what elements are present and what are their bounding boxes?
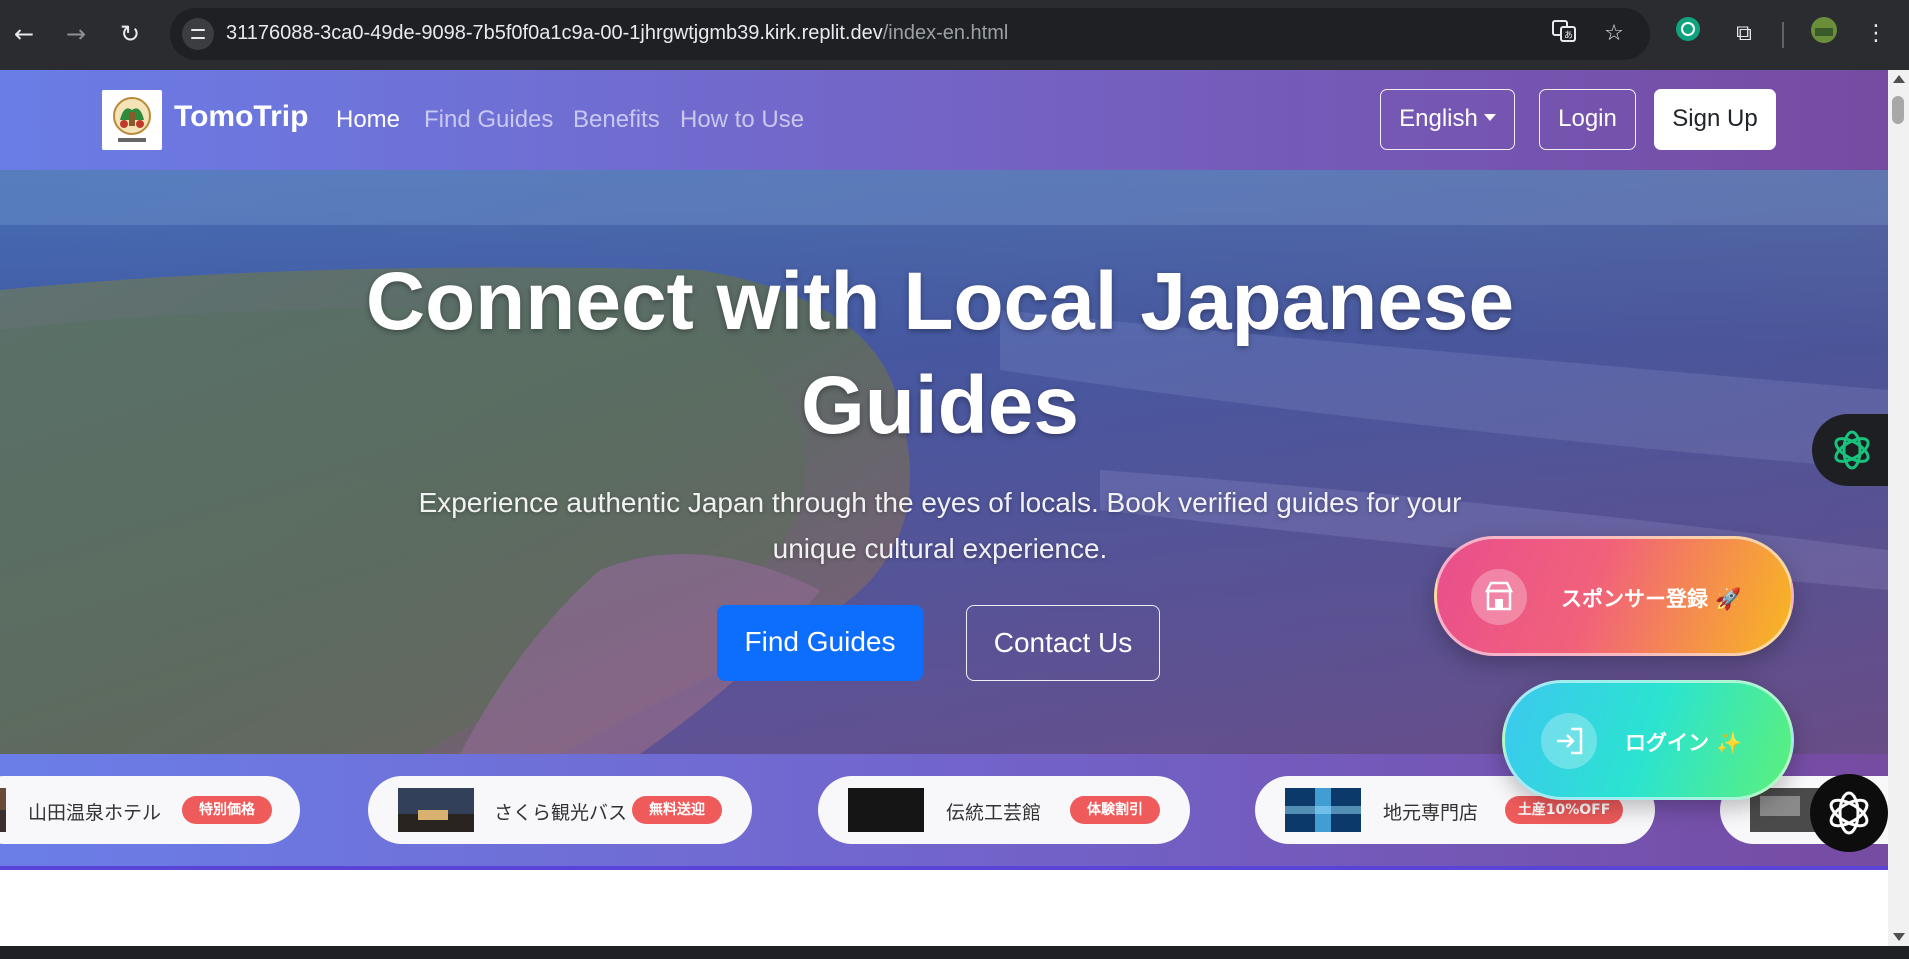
openai-widget-button[interactable] xyxy=(1810,774,1888,852)
extensions-icon[interactable]: ⧉ xyxy=(1726,16,1762,52)
login-button[interactable]: Login xyxy=(1539,89,1636,150)
sponsor-name: 地元専門店 xyxy=(1383,802,1479,824)
nav-link-benefits[interactable]: Benefits xyxy=(573,106,660,134)
chevron-down-icon xyxy=(1483,114,1496,121)
hero-title: Connect with Local Japanese Guides xyxy=(365,256,1515,451)
signup-button[interactable]: Sign Up xyxy=(1654,89,1776,150)
sponsor-chip[interactable]: 伝統工芸館 体験割引 xyxy=(818,776,1190,844)
scrollbar-thumb[interactable] xyxy=(1892,96,1904,124)
forward-icon[interactable]: → xyxy=(56,14,96,54)
scroll-down-icon[interactable] xyxy=(1893,933,1905,941)
sponsor-badge: 体験割引 xyxy=(1070,796,1160,824)
nav-link-home[interactable]: Home xyxy=(336,106,400,134)
sponsor-register-button[interactable]: スポンサー登録 🚀 xyxy=(1434,536,1794,656)
language-label: English xyxy=(1399,105,1478,132)
nav-link-find-guides[interactable]: Find Guides xyxy=(424,106,553,134)
back-icon[interactable]: ← xyxy=(4,14,44,54)
sponsor-name: 山田温泉ホテル xyxy=(28,802,162,824)
url-text[interactable]: 31176088-3ca0-49de-9098-7b5f0f0a1c9a-00-… xyxy=(226,22,1008,45)
sponsor-thumbnail xyxy=(1285,788,1361,832)
sponsor-thumbnail xyxy=(0,788,6,832)
scroll-up-icon[interactable] xyxy=(1893,75,1905,83)
browser-toolbar: ← → ↻ 31176088-3ca0-49de-9098-7b5f0f0a1c… xyxy=(0,0,1909,70)
store-icon xyxy=(1471,569,1527,625)
site-navbar: TomoTrip Home Find Guides Benefits How t… xyxy=(0,70,1888,170)
os-taskbar xyxy=(0,946,1909,959)
page-scrollbar[interactable] xyxy=(1888,70,1909,946)
toolbar-divider xyxy=(1782,22,1784,48)
chatgpt-extension-icon[interactable] xyxy=(1670,16,1706,52)
brand-name[interactable]: TomoTrip xyxy=(174,100,308,134)
floating-login-label: ログイン ✨ xyxy=(1625,731,1743,755)
sponsor-badge: 特別価格 xyxy=(182,796,272,824)
language-dropdown[interactable]: English xyxy=(1380,89,1515,150)
translate-icon[interactable]: あ xyxy=(1548,18,1580,50)
address-bar[interactable]: 31176088-3ca0-49de-9098-7b5f0f0a1c9a-00-… xyxy=(170,8,1650,60)
chrome-menu-icon[interactable]: ⋮ xyxy=(1858,16,1894,52)
sponsor-register-label: スポンサー登録 🚀 xyxy=(1561,587,1742,611)
hero-section: Connect with Local Japanese Guides Exper… xyxy=(0,170,1888,754)
nav-link-how-to-use[interactable]: How to Use xyxy=(680,106,804,134)
sponsor-badge: 無料送迎 xyxy=(632,796,722,824)
login-icon xyxy=(1541,713,1597,769)
chatgpt-sidebar-tab[interactable] xyxy=(1812,414,1888,486)
sponsor-chip[interactable]: 山田温泉ホテル 特別価格 xyxy=(0,776,300,844)
page-viewport: TomoTrip Home Find Guides Benefits How t… xyxy=(0,70,1888,946)
url-path: /index-en.html xyxy=(882,22,1009,44)
profile-avatar[interactable] xyxy=(1806,16,1842,52)
contact-us-button[interactable]: Contact Us xyxy=(966,605,1160,681)
svg-text:あ: あ xyxy=(1564,30,1573,41)
site-info-icon[interactable] xyxy=(182,18,214,50)
sponsor-name: さくら観光バス xyxy=(494,802,628,824)
sponsor-thumbnail xyxy=(848,788,924,832)
reload-icon[interactable]: ↻ xyxy=(110,14,150,54)
tomotrip-logo[interactable] xyxy=(102,90,162,150)
sponsor-badge: 土産10%OFF xyxy=(1505,796,1623,824)
url-host: 31176088-3ca0-49de-9098-7b5f0f0a1c9a-00-… xyxy=(226,22,883,44)
sponsor-thumbnail xyxy=(398,788,474,832)
find-guides-button[interactable]: Find Guides xyxy=(717,605,923,681)
floating-login-button[interactable]: ログイン ✨ xyxy=(1502,680,1794,800)
sponsor-name: 伝統工芸館 xyxy=(946,802,1042,824)
chatgpt-icon xyxy=(1834,430,1870,470)
sponsor-chip[interactable]: さくら観光バス 無料送迎 xyxy=(368,776,752,844)
bookmark-star-icon[interactable]: ☆ xyxy=(1598,18,1630,50)
openai-icon xyxy=(1829,791,1869,835)
hero-subtitle: Experience authentic Japan through the e… xyxy=(418,487,1462,564)
